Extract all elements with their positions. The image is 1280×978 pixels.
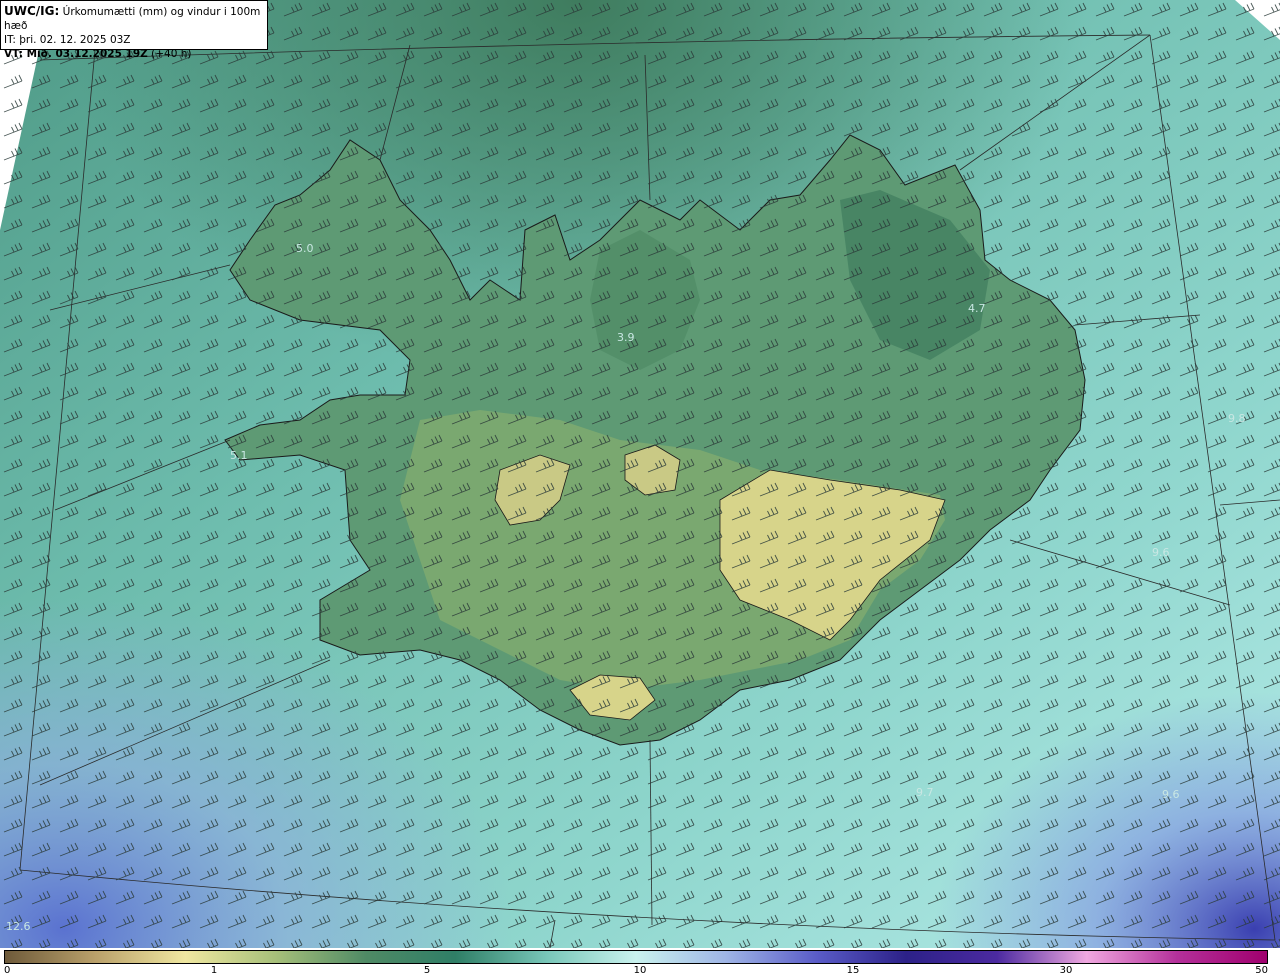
colorbar-strip [4,950,1268,964]
colorbar-tick: 5 [423,965,431,976]
map-label: 4.7 [968,302,986,315]
colorbar-tick: 50 [1255,965,1268,976]
map-label: 5.0 [296,242,314,255]
map-label: 9.6 [1152,546,1170,559]
wind-barbs [0,0,1280,948]
map-label: 9.7 [916,786,934,799]
map-label: 9.8 [1228,412,1246,425]
colorbar-tick: 1 [210,965,218,976]
lead-time: (+40 h) [151,48,192,60]
weather-map: 5.0 4.7 3.9 5.1 9.8 9.6 9.7 9.6 12.6 [0,0,1280,948]
colorbar-tick: 30 [1059,965,1073,976]
map-label: 5.1 [230,449,248,462]
map-label: 3.9 [617,331,635,344]
model-label: UWC/IG: [4,4,60,18]
init-time: IT: þri. 02. 12. 2025 03Z [4,34,131,46]
map-label: 9.6 [1162,788,1180,801]
map-label: 12.6 [6,920,31,933]
colorbar: 0 1 5 10 15 30 50 [0,948,1280,978]
colorbar-tick: 0 [4,965,11,976]
valid-time: VT: Mið. 03.12.2025 19Z [4,48,148,60]
colorbar-tick: 15 [846,965,860,976]
map-info-box: UWC/IG: Úrkomumætti (mm) og vindur i 100… [0,0,268,60]
colorbar-tick: 10 [633,965,647,976]
